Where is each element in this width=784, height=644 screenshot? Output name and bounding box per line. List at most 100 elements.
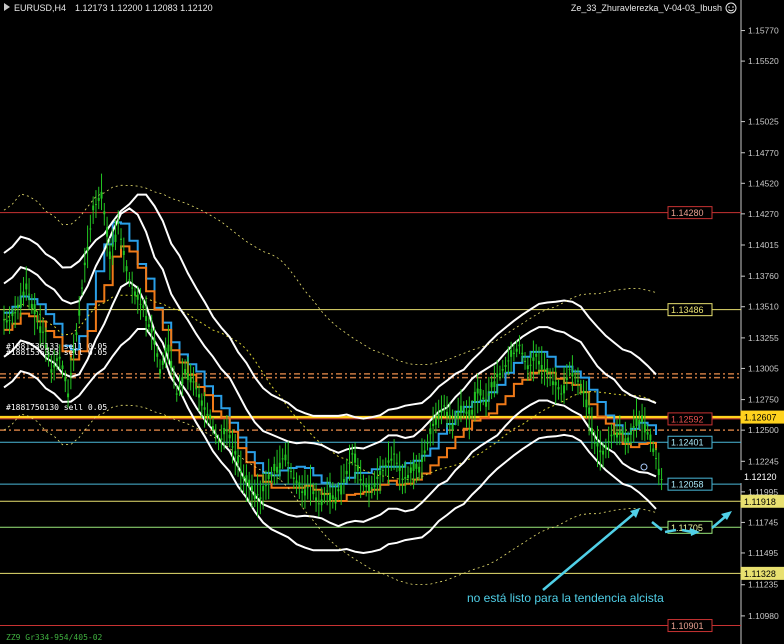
y-tick-label: 1.14770 [748,148,779,158]
candle-body [646,432,649,435]
candle-body [345,470,348,475]
candle-body [317,503,320,505]
candle-body [395,462,398,464]
candle-body [120,238,123,240]
candle-body [136,294,139,300]
candle-body [384,464,387,467]
y-tick-label: 1.14270 [748,209,779,219]
y-tick-label: 1.13510 [748,302,779,312]
candle-body [278,462,281,469]
candle-body [655,457,657,459]
candle-body [184,369,187,374]
candle-body [61,365,64,370]
candle-body [407,474,410,479]
candle-body [454,417,457,419]
price-label-text: 1.13486 [671,305,704,315]
candle-body [423,450,426,454]
y-tick-label: 1.10980 [748,611,779,621]
candle-body [39,326,42,333]
candle-body [426,442,429,444]
candle-body [540,364,543,370]
candle-body [133,291,136,296]
candle-body [451,424,454,430]
candle-body [574,377,577,379]
candle-body [228,434,231,439]
candle-body [473,391,476,402]
y-tick-label: 1.15025 [748,117,779,127]
candle-body [259,497,262,500]
candle-body [440,409,443,413]
price-label-text: 1.12607 [744,413,777,423]
candle-body [468,409,471,418]
candle-body [75,332,78,335]
candle-body [192,381,195,383]
y-tick-label: 1.11235 [748,580,778,590]
candle-body [387,460,390,463]
candle-body [660,479,663,481]
candle-body [401,478,404,480]
candle-body [356,465,359,471]
candle-body [25,283,28,290]
candle-body [359,479,362,481]
candle-body [432,423,435,427]
candle-body [30,303,33,309]
y-tick-label: 1.11745 [748,517,778,527]
candle-body [42,331,45,333]
candle-body [381,469,384,471]
candle-body [276,466,279,473]
candle-body [632,426,635,428]
y-tick-label: 1.12500 [748,425,779,435]
candle-body [78,309,81,316]
candle-body [590,428,593,434]
candle-body [365,485,368,488]
candle-body [429,428,432,435]
candle-body [379,471,382,475]
candle-body [94,204,97,206]
candle-body [635,417,638,426]
candle-body [167,344,170,352]
candle-body [16,304,19,308]
candle-body [33,304,36,315]
candle-body [36,320,39,322]
candle-body [546,367,549,374]
price-label-text: 1.14280 [671,208,704,218]
candle-body [242,476,245,480]
candle-body [231,446,234,448]
candle-body [607,440,610,443]
y-tick-label: 1.15770 [748,26,779,36]
candle-body [211,426,214,430]
candle-body [303,489,306,496]
footer-indicator-label: ZZ9 Gr334-954/405-02 [6,633,103,642]
candle-body [248,479,251,488]
candle-body [412,463,415,471]
candle-body [161,360,164,365]
candle-body [334,497,337,504]
candle-body [602,450,605,455]
candle-body [482,397,485,400]
candle-body [554,381,557,386]
candle-body [504,364,507,367]
candle-body [471,409,474,415]
price-chart[interactable]: 1.15770 1.15520 1.15025 1.14770 1.14520 1.142… [0,0,784,644]
candle-body [599,450,602,453]
candle-body [368,483,371,492]
price-label-text: 1.12120 [744,472,777,482]
price-label-text: 1.12058 [671,480,704,490]
candle-body [459,405,462,413]
y-tick-label: 1.15520 [748,56,779,66]
candle-body [418,466,421,473]
candle-body [270,474,273,477]
candle-body [649,434,652,441]
candle-body [393,453,396,455]
candle-body [264,485,267,487]
candle-body [526,365,529,370]
candle-body [287,462,290,464]
annotation-text: no está listo para la tendencia alcista [467,591,664,605]
candle-body [390,458,393,461]
candle-body [320,499,323,506]
candle-body [485,399,488,407]
plot-area[interactable] [0,0,741,644]
candle-body [89,228,92,230]
candle-body [537,360,540,365]
candle-body [624,438,627,443]
